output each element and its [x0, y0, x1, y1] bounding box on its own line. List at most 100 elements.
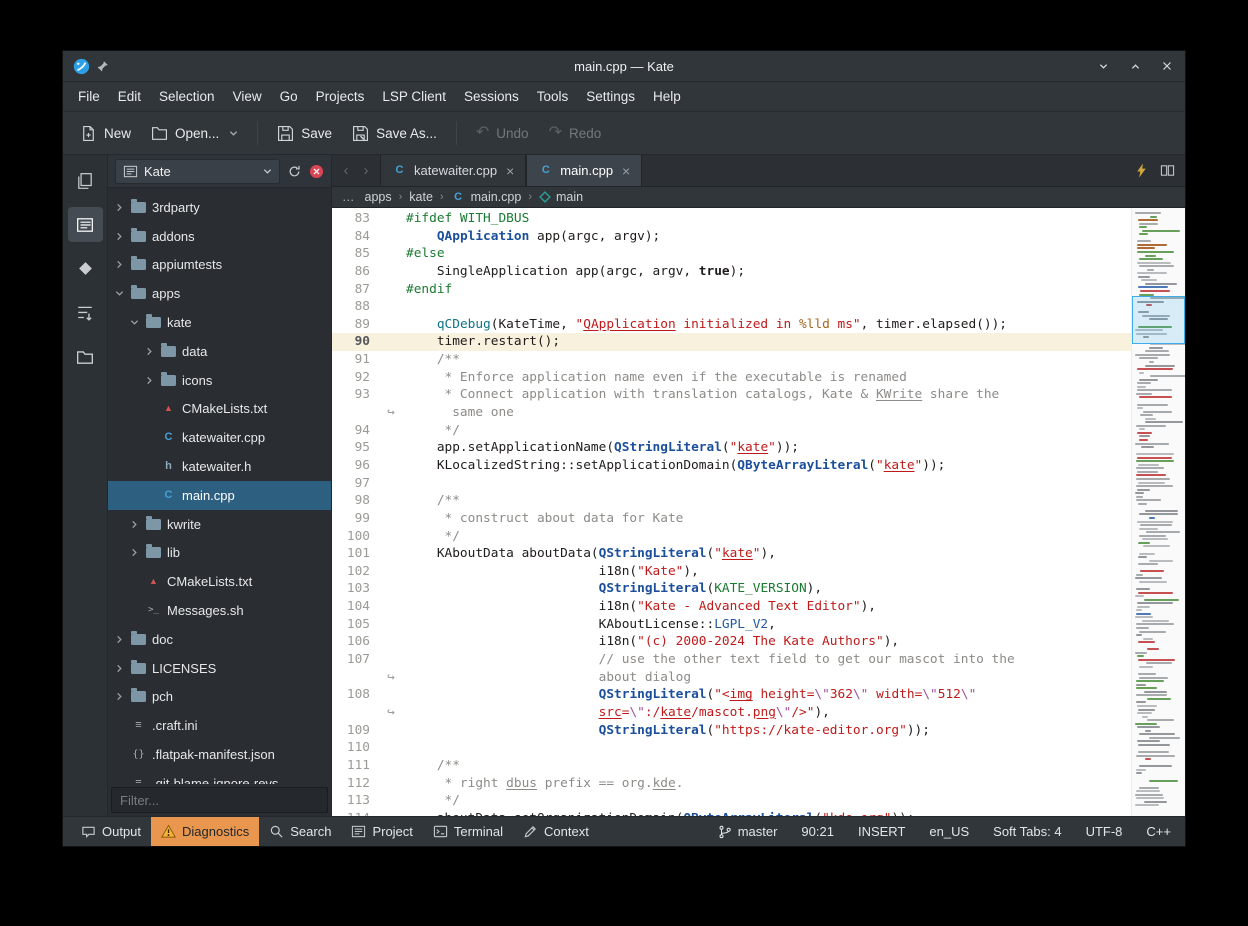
filter-input[interactable] [111, 787, 328, 813]
code-line: ↪ src=\":/kate/mascot.png\"/>"), [332, 704, 1131, 722]
cmake-file-icon: ▲ [161, 404, 176, 413]
status-90-21[interactable]: 90:21 [801, 824, 834, 839]
close-button[interactable] [1159, 58, 1175, 74]
menu-lsp-client[interactable]: LSP Client [373, 84, 455, 109]
close-project-icon[interactable] [309, 164, 324, 179]
menu-file[interactable]: File [69, 84, 109, 109]
tree-item-kate[interactable]: kate [108, 308, 331, 337]
status-master[interactable]: master [718, 824, 778, 839]
menu-selection[interactable]: Selection [150, 84, 224, 109]
dock-git-button[interactable] [68, 295, 103, 330]
tree-item-git-blame-ignore-revs[interactable]: ≡.git-blame-ignore-revs [108, 769, 331, 784]
kate-window: main.cpp — Kate FileEditSelectionViewGoP… [62, 50, 1186, 847]
status-insert[interactable]: INSERT [858, 824, 905, 839]
code-editor[interactable]: 83#ifdef WITH_DBUS84 QApplication app(ar… [332, 208, 1131, 816]
save-button[interactable]: Save [268, 118, 341, 149]
chevron-down-icon[interactable] [129, 318, 140, 327]
tree-item-kwrite[interactable]: kwrite [108, 510, 331, 539]
chevron-right-icon[interactable] [114, 635, 125, 644]
tree-item-flatpak-manifest-json[interactable]: {}.flatpak-manifest.json [108, 740, 331, 769]
dock-symbols-button[interactable] [68, 251, 103, 286]
project-selector[interactable]: Kate [115, 159, 280, 184]
menu-projects[interactable]: Projects [307, 84, 374, 109]
status-c[interactable]: C++ [1146, 824, 1171, 839]
split-view-icon[interactable] [1160, 163, 1175, 178]
chevron-right-icon[interactable] [144, 376, 155, 385]
tab-katewaiter-cpp[interactable]: Ckatewaiter.cpp× [380, 155, 526, 186]
status-diagnostics-button[interactable]: Diagnostics [151, 817, 259, 846]
breadcrumb-kate[interactable]: kate [409, 190, 433, 204]
maximize-button[interactable] [1127, 58, 1143, 74]
save-as-button[interactable]: Save As... [343, 118, 446, 149]
flash-icon[interactable] [1135, 163, 1148, 178]
minimap[interactable] [1131, 208, 1185, 816]
tree-item-cmakelists-txt[interactable]: ▲CMakeLists.txt [108, 395, 331, 424]
status-en-us[interactable]: en_US [929, 824, 969, 839]
tab-forward-icon[interactable]: › [357, 162, 375, 179]
titlebar[interactable]: main.cpp — Kate [63, 51, 1185, 82]
chevron-right-icon[interactable] [144, 347, 155, 356]
status-soft-tabs-4[interactable]: Soft Tabs: 4 [993, 824, 1061, 839]
tree-item-appiumtests[interactable]: appiumtests [108, 251, 331, 280]
chevron-right-icon[interactable] [114, 664, 125, 673]
tree-item-apps[interactable]: apps [108, 279, 331, 308]
breadcrumb-apps[interactable]: apps [365, 190, 392, 204]
tree-item-data[interactable]: data [108, 337, 331, 366]
tree-item-pch[interactable]: pch [108, 683, 331, 712]
status-project-button[interactable]: Project [341, 817, 422, 846]
dock-filesystem-button[interactable] [68, 339, 103, 374]
breadcrumb-collapsed[interactable]: … [342, 190, 355, 204]
tree-item-lib[interactable]: lib [108, 539, 331, 568]
tab-close-icon[interactable]: × [506, 163, 514, 179]
tree-item-messages-sh[interactable]: >_Messages.sh [108, 596, 331, 625]
code-line: 108 QStringLiteral("<img height=\"362\" … [332, 686, 1131, 704]
tree-item-cmakelists-txt[interactable]: ▲CMakeLists.txt [108, 567, 331, 596]
chevron-right-icon[interactable] [114, 692, 125, 701]
menu-tools[interactable]: Tools [528, 84, 578, 109]
chevron-right-icon[interactable] [114, 232, 125, 241]
status-search-button[interactable]: Search [259, 817, 341, 846]
minimap-line [1137, 404, 1169, 406]
tree-item-craft-ini[interactable]: ≡.craft.ini [108, 711, 331, 740]
tab-main-cpp[interactable]: Cmain.cpp× [526, 155, 642, 186]
new-button[interactable]: New [71, 118, 140, 149]
chevron-right-icon[interactable] [114, 260, 125, 269]
status-utf-8[interactable]: UTF-8 [1086, 824, 1123, 839]
open-button[interactable]: Open... [142, 118, 247, 149]
chevron-right-icon[interactable] [129, 520, 140, 529]
project-panel: Kate 3rdpartyaddonsappiumtestsappskateda… [108, 155, 332, 816]
undo-button[interactable]: ↶Undo [467, 118, 538, 148]
dock-documents-button[interactable] [68, 163, 103, 198]
chevron-right-icon[interactable] [129, 548, 140, 557]
tab-back-icon[interactable]: ‹ [337, 162, 355, 179]
status-terminal-button[interactable]: Terminal [423, 817, 513, 846]
minimap-line [1137, 740, 1160, 742]
refresh-icon[interactable] [287, 164, 302, 179]
breadcrumb-main-cpp[interactable]: Cmain.cpp [451, 190, 522, 204]
tree-item-icons[interactable]: icons [108, 366, 331, 395]
menu-view[interactable]: View [224, 84, 271, 109]
status-output-button[interactable]: Output [71, 817, 151, 846]
tree-item-doc[interactable]: doc [108, 625, 331, 654]
tree-item-licenses[interactable]: LICENSES [108, 654, 331, 683]
tab-close-icon[interactable]: × [622, 163, 630, 179]
menu-go[interactable]: Go [271, 84, 307, 109]
menu-edit[interactable]: Edit [109, 84, 150, 109]
tree-item-katewaiter-cpp[interactable]: Ckatewaiter.cpp [108, 423, 331, 452]
minimize-button[interactable] [1095, 58, 1111, 74]
chevron-right-icon[interactable] [114, 203, 125, 212]
minimap-line [1138, 542, 1150, 544]
tree-item-addons[interactable]: addons [108, 222, 331, 251]
status-context-button[interactable]: Context [513, 817, 599, 846]
tree-item-3rdparty[interactable]: 3rdparty [108, 193, 331, 222]
redo-button[interactable]: ↷Redo [540, 118, 611, 148]
menu-sessions[interactable]: Sessions [455, 84, 528, 109]
tree-item-main-cpp[interactable]: Cmain.cpp [108, 481, 331, 510]
chevron-down-icon[interactable] [114, 289, 125, 298]
menu-settings[interactable]: Settings [577, 84, 644, 109]
breadcrumb-main[interactable]: main [539, 190, 583, 204]
dock-projects-button[interactable] [68, 207, 103, 242]
tree-item-katewaiter-h[interactable]: hkatewaiter.h [108, 452, 331, 481]
minimap-viewport[interactable] [1132, 296, 1185, 344]
menu-help[interactable]: Help [644, 84, 690, 109]
